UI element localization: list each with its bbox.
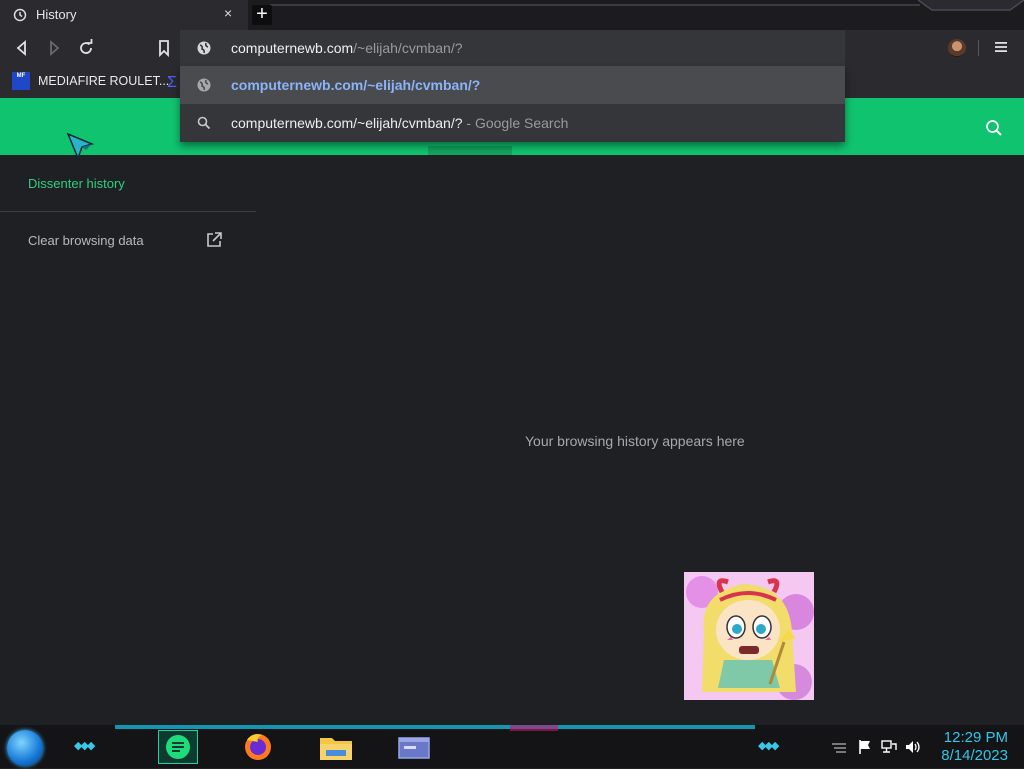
taskbar-firefox-app[interactable] xyxy=(238,730,278,764)
sidebar-divider xyxy=(0,211,256,212)
tab-history[interactable]: History × xyxy=(0,0,248,30)
address-text[interactable]: computernewb.com/~elijah/cvmban/? xyxy=(231,40,463,56)
taskbar-window-app[interactable] xyxy=(394,730,434,764)
address-bar[interactable]: computernewb.com/~elijah/cvmban/? xyxy=(180,30,845,66)
suggestion-text: computernewb.com/~elijah/cvmban/? - Goog… xyxy=(231,115,569,131)
sigma-favicon-icon[interactable]: Σ xyxy=(167,74,177,92)
address-path: /~elijah/cvmban/? xyxy=(353,40,463,56)
taskbar-notes-app[interactable] xyxy=(158,730,198,764)
sidebar-title[interactable]: Dissenter history xyxy=(28,176,125,191)
forward-icon[interactable] xyxy=(44,38,64,58)
taskbar-file-explorer-app[interactable] xyxy=(316,730,356,764)
history-icon xyxy=(13,8,27,22)
volume-icon[interactable] xyxy=(904,738,922,756)
tab-title: History xyxy=(36,7,77,22)
new-tab-button[interactable]: + xyxy=(252,4,272,25)
suggestion-text: computernewb.com/~elijah/cvmban/? xyxy=(231,77,481,93)
taskbar-glow xyxy=(510,725,558,731)
window-icon xyxy=(398,737,430,759)
clock-date: 8/14/2023 xyxy=(941,747,1008,764)
header-tab-indicator xyxy=(428,146,512,155)
cartoon-sticker-image xyxy=(684,572,814,700)
mediafire-favicon-icon: MF xyxy=(12,72,30,90)
network-icon[interactable] xyxy=(880,738,898,756)
taskbar-chevrons-right: ◆◆◆ xyxy=(758,740,779,752)
mouse-cursor-icon xyxy=(66,132,95,161)
external-link-icon[interactable] xyxy=(205,231,223,249)
taskbar-lines-icon xyxy=(832,743,846,753)
clock-time: 12:29 PM xyxy=(943,729,1008,746)
flag-icon[interactable] xyxy=(856,738,874,756)
search-icon[interactable] xyxy=(984,118,1004,138)
menu-icon[interactable] xyxy=(994,40,1008,54)
globe-icon xyxy=(197,78,211,92)
back-icon[interactable] xyxy=(12,38,32,58)
empty-history-message: Your browsing history appears here xyxy=(525,433,745,449)
clear-browsing-data-link[interactable]: Clear browsing data xyxy=(28,233,144,248)
file-explorer-icon xyxy=(320,738,352,760)
toolbar-separator xyxy=(978,40,979,56)
firefox-icon xyxy=(245,734,271,760)
tab-close-button[interactable]: × xyxy=(224,5,232,21)
suggestion-search[interactable]: computernewb.com/~elijah/cvmban/? - Goog… xyxy=(180,104,845,142)
omnibox-suggestions: computernewb.com/~elijah/cvmban/? comput… xyxy=(180,66,845,142)
tab-strip-line xyxy=(270,4,920,6)
taskbar-clock[interactable]: 12:29 PM 8/14/2023 xyxy=(936,729,1008,765)
notes-icon xyxy=(166,735,190,759)
search-icon xyxy=(197,116,211,130)
taskbar-chevrons-left: ◆◆◆ xyxy=(74,740,95,752)
start-button[interactable] xyxy=(7,730,43,766)
address-host: computernewb.com xyxy=(231,40,354,56)
reload-icon[interactable] xyxy=(76,38,96,58)
window-frame-decoration xyxy=(918,0,1024,11)
bookmark-icon[interactable] xyxy=(154,38,174,58)
bookmark-label: MEDIAFIRE ROULET... xyxy=(38,74,170,88)
taskbar-accent xyxy=(115,725,755,729)
globe-icon xyxy=(197,41,211,55)
bookmark-mediafire[interactable]: MF MEDIAFIRE ROULET... xyxy=(12,71,169,91)
profile-avatar[interactable] xyxy=(948,39,966,57)
suggestion-url[interactable]: computernewb.com/~elijah/cvmban/? xyxy=(180,66,845,104)
tab-strip: History × + xyxy=(0,0,1024,30)
